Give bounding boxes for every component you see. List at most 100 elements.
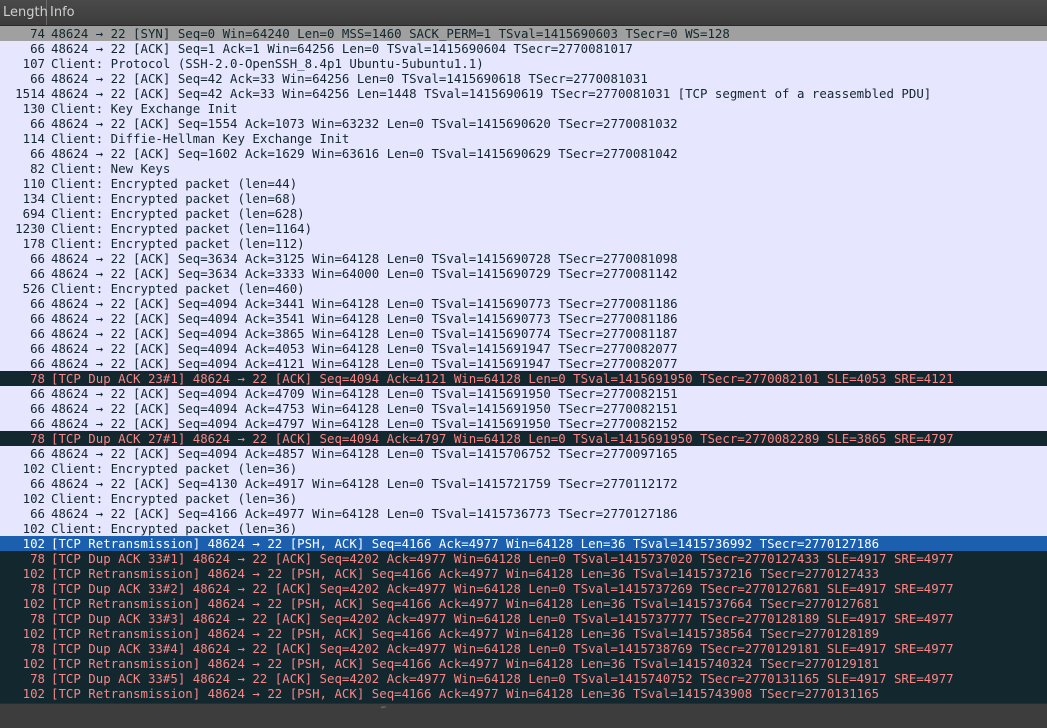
packet-row[interactable]: 78 [TCP Dup ACK 33#4] 48624 → 22 [ACK] Se… [0,641,1047,656]
packet-info: Client: Encrypted packet (len=68) [51,191,298,206]
packet-length: 78 [30,431,45,446]
packet-length: 66 [30,401,45,416]
packet-row[interactable]: 1514 48624 → 22 [ACK] Seq=42 Ack=33 Win=6… [0,86,1047,101]
packet-row[interactable]: 66 48624 → 22 [ACK] Seq=4094 Ack=3441 Win… [0,296,1047,311]
horizontal-scrollbar[interactable]: ″″ [0,703,1047,728]
packet-info: Client: Key Exchange Init [51,101,238,116]
packet-info: Client: Encrypted packet (len=628) [51,206,305,221]
packet-row[interactable]: 178 Client: Encrypted packet (len=112) [0,236,1047,251]
packet-info: [TCP Retransmission] 48624 → 22 [PSH, AC… [51,686,880,701]
packet-row[interactable]: 102 [TCP Retransmission] 48624 → 22 [PSH,… [0,626,1047,641]
packet-row[interactable]: 66 48624 → 22 [ACK] Seq=1554 Ack=1073 Win… [0,116,1047,131]
packet-row[interactable]: 66 48624 → 22 [ACK] Seq=4094 Ack=4797 Win… [0,416,1047,431]
packet-info: 48624 → 22 [SYN] Seq=0 Win=64240 Len=0 M… [51,26,730,41]
packet-length: 66 [30,341,45,356]
packet-info: 48624 → 22 [ACK] Seq=4094 Ack=4121 Win=6… [51,356,678,371]
packet-info: [TCP Retransmission] 48624 → 22 [PSH, AC… [51,656,880,671]
packet-row[interactable]: 526 Client: Encrypted packet (len=460) [0,281,1047,296]
packet-row[interactable]: 102 Client: Encrypted packet (len=36) [0,521,1047,536]
packet-row[interactable]: 78 [TCP Dup ACK 33#2] 48624 → 22 [ACK] Se… [0,581,1047,596]
packet-length: 78 [30,611,45,626]
packet-row[interactable]: 66 48624 → 22 [ACK] Seq=4094 Ack=3541 Win… [0,311,1047,326]
packet-info: 48624 → 22 [ACK] Seq=3634 Ack=3125 Win=6… [51,251,678,266]
packet-info: [TCP Retransmission] 48624 → 22 [PSH, AC… [51,536,880,551]
packet-length: 82 [30,161,45,176]
packet-length: 102 [22,461,45,476]
packet-length: 1514 [15,86,45,101]
packet-row[interactable]: 66 48624 → 22 [ACK] Seq=4094 Ack=3865 Win… [0,326,1047,341]
packet-row[interactable]: 130 Client: Key Exchange Init [0,101,1047,116]
packet-row[interactable]: 66 48624 → 22 [ACK] Seq=1 Ack=1 Win=64256… [0,41,1047,56]
column-header-info[interactable]: Info [47,0,1047,25]
packet-length: 114 [22,131,45,146]
packet-row[interactable]: 102 [TCP Retransmission] 48624 → 22 [PSH,… [0,686,1047,701]
packet-row[interactable]: 102 Client: Encrypted packet (len=36) [0,491,1047,506]
packet-length: 66 [30,251,45,266]
packet-row[interactable]: 66 48624 → 22 [ACK] Seq=4094 Ack=4053 Win… [0,341,1047,356]
packet-length: 178 [22,236,45,251]
packet-info: 48624 → 22 [ACK] Seq=4130 Ack=4917 Win=6… [51,476,678,491]
packet-row[interactable]: 134 Client: Encrypted packet (len=68) [0,191,1047,206]
packet-info: 48624 → 22 [ACK] Seq=4166 Ack=4977 Win=6… [51,506,678,521]
packet-row[interactable]: 66 48624 → 22 [ACK] Seq=42 Ack=33 Win=642… [0,71,1047,86]
packet-row[interactable]: 74 48624 → 22 [SYN] Seq=0 Win=64240 Len=0… [0,26,1047,41]
packet-row[interactable]: 78 [TCP Dup ACK 23#1] 48624 → 22 [ACK] Se… [0,371,1047,386]
packet-info: 48624 → 22 [ACK] Seq=3634 Ack=3333 Win=6… [51,266,678,281]
packet-info: [TCP Retransmission] 48624 → 22 [PSH, AC… [51,566,880,581]
packet-row[interactable]: 102 [TCP Retransmission] 48624 → 22 [PSH,… [0,536,1047,551]
packet-info: Client: Encrypted packet (len=36) [51,491,298,506]
packet-length: 694 [22,206,45,221]
packet-length: 66 [30,146,45,161]
packet-row[interactable]: 66 48624 → 22 [ACK] Seq=4094 Ack=4857 Win… [0,446,1047,461]
packet-length: 102 [22,536,45,551]
packet-row[interactable]: 107 Client: Protocol (SSH-2.0-OpenSSH_8.4… [0,56,1047,71]
packet-row[interactable]: 82 Client: New Keys [0,161,1047,176]
packet-row[interactable]: 1230 Client: Encrypted packet (len=1164) [0,221,1047,236]
packet-length: 78 [30,671,45,686]
packet-row[interactable]: 110 Client: Encrypted packet (len=44) [0,176,1047,191]
packet-length: 130 [22,101,45,116]
packet-row[interactable]: 78 [TCP Dup ACK 27#1] 48624 → 22 [ACK] Se… [0,431,1047,446]
packet-row[interactable]: 102 [TCP Retransmission] 48624 → 22 [PSH,… [0,596,1047,611]
packet-row[interactable]: 66 48624 → 22 [ACK] Seq=4130 Ack=4917 Win… [0,476,1047,491]
packet-row[interactable]: 694 Client: Encrypted packet (len=628) [0,206,1047,221]
packet-row[interactable]: 102 [TCP Retransmission] 48624 → 22 [PSH,… [0,566,1047,581]
packet-row[interactable]: 78 [TCP Dup ACK 33#3] 48624 → 22 [ACK] Se… [0,611,1047,626]
packet-info: [TCP Dup ACK 33#1] 48624 → 22 [ACK] Seq=… [51,551,954,566]
packet-length: 78 [30,371,45,386]
packet-info: 48624 → 22 [ACK] Seq=4094 Ack=4709 Win=6… [51,386,678,401]
packet-info: 48624 → 22 [ACK] Seq=4094 Ack=4797 Win=6… [51,416,678,431]
packet-info: 48624 → 22 [ACK] Seq=4094 Ack=3441 Win=6… [51,296,678,311]
packet-row[interactable]: 66 48624 → 22 [ACK] Seq=3634 Ack=3333 Win… [0,266,1047,281]
column-header-length[interactable]: Length [0,0,48,25]
packet-info: Client: New Keys [51,161,171,176]
packet-length: 66 [30,386,45,401]
packet-info: [TCP Retransmission] 48624 → 22 [PSH, AC… [51,626,880,641]
packet-row[interactable]: 102 Client: Encrypted packet (len=36) [0,461,1047,476]
packet-row[interactable]: 66 48624 → 22 [ACK] Seq=4094 Ack=4709 Win… [0,386,1047,401]
packet-length: 107 [22,56,45,71]
packet-list-pane: Length Info 74 48624 → 22 [SYN] Seq=0 Win… [0,0,1047,728]
packet-info: Client: Encrypted packet (len=460) [51,281,305,296]
packet-info: Client: Encrypted packet (len=1164) [51,221,313,236]
packet-length: 102 [22,596,45,611]
packet-info: 48624 → 22 [ACK] Seq=42 Ack=33 Win=64256… [51,86,932,101]
packet-row[interactable]: 78 [TCP Dup ACK 33#1] 48624 → 22 [ACK] Se… [0,551,1047,566]
packet-info: 48624 → 22 [ACK] Seq=4094 Ack=3865 Win=6… [51,326,678,341]
packet-row[interactable]: 114 Client: Diffie-Hellman Key Exchange I… [0,131,1047,146]
packet-row[interactable]: 66 48624 → 22 [ACK] Seq=3634 Ack=3125 Win… [0,251,1047,266]
packet-row[interactable]: 66 48624 → 22 [ACK] Seq=4094 Ack=4121 Win… [0,356,1047,371]
packet-row[interactable]: 78 [TCP Dup ACK 33#5] 48624 → 22 [ACK] Se… [0,671,1047,686]
packet-row[interactable]: 102 [TCP Retransmission] 48624 → 22 [PSH,… [0,656,1047,671]
grip-icon[interactable]: ″″ [368,707,398,716]
packet-length: 78 [30,581,45,596]
packet-row[interactable]: 66 48624 → 22 [ACK] Seq=4166 Ack=4977 Win… [0,506,1047,521]
packet-length: 102 [22,491,45,506]
packet-length: 102 [22,656,45,671]
packet-info: 48624 → 22 [ACK] Seq=4094 Ack=4753 Win=6… [51,401,678,416]
packet-length: 66 [30,116,45,131]
packet-row[interactable]: 66 48624 → 22 [ACK] Seq=1602 Ack=1629 Win… [0,146,1047,161]
packet-length: 78 [30,641,45,656]
packet-row[interactable]: 66 48624 → 22 [ACK] Seq=4094 Ack=4753 Win… [0,401,1047,416]
packet-info: Client: Diffie-Hellman Key Exchange Init [51,131,350,146]
